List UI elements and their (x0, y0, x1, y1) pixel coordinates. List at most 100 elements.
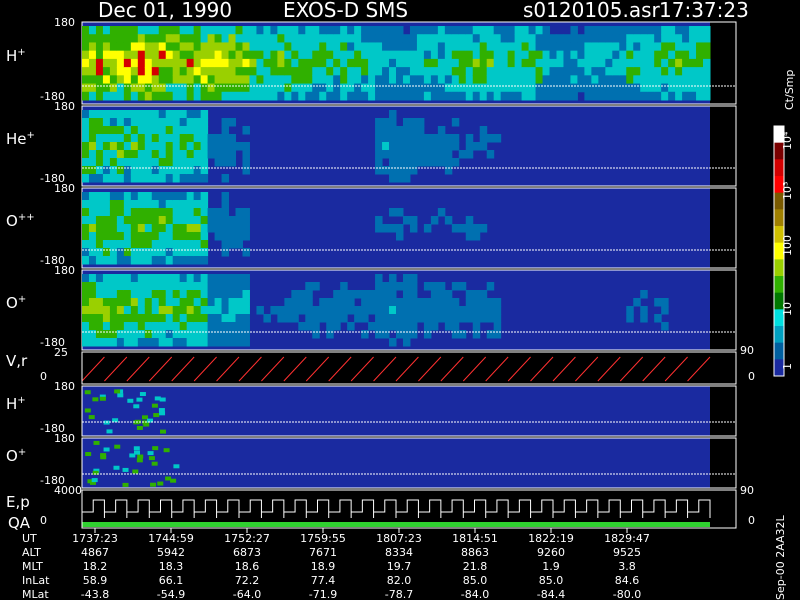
panel-0-cell (130, 50, 139, 60)
panel-2-cell (158, 256, 167, 265)
panel-0-cell (696, 42, 704, 52)
panel-0-cell (668, 42, 676, 52)
panel-0-cell (298, 67, 306, 76)
panel-1-cell (409, 166, 418, 175)
panel-0-cell (521, 50, 530, 60)
panel-4-right-top: 90 (740, 344, 754, 357)
panel-1-cell (102, 118, 111, 127)
panel-3-cell (493, 314, 502, 323)
panel-1-cell (382, 134, 390, 143)
panel-7-ymax: 4000 (54, 484, 82, 497)
panel-0-cell (382, 75, 390, 85)
panel-3-cell (626, 306, 634, 315)
panel-2-cell (88, 192, 97, 201)
panel-1-cell (165, 126, 174, 135)
panel-0-cell (137, 67, 146, 76)
panel-3-cell (382, 298, 390, 307)
panel-2-cell (214, 224, 223, 233)
panel-0-cell (528, 75, 537, 85)
panel-0-cell (277, 75, 285, 85)
panel-2-cell (88, 240, 97, 249)
panel-3-cell (402, 274, 411, 283)
panel-0-cell (493, 75, 502, 85)
vr-background (82, 352, 710, 384)
panel-2-cell (123, 248, 132, 257)
panel-0-cell (640, 34, 648, 43)
panel-0-cell (95, 75, 104, 85)
panel-0-cell (549, 91, 557, 101)
panel-0-cell (451, 50, 460, 60)
panel-3-cell (186, 330, 195, 339)
panel-2-cell (102, 208, 111, 217)
panel-3-cell (437, 282, 446, 291)
table-cell: 18.6 (234, 560, 260, 573)
panel-3-cell (221, 314, 230, 323)
panel-0-cell (465, 58, 474, 68)
panel-0-cell (326, 42, 334, 52)
panel-3-cell (102, 306, 111, 315)
panel-1-cell (451, 118, 460, 127)
table-cell: 1829:47 (604, 532, 650, 545)
panel-1-cell (137, 174, 146, 183)
panel-1-cell (179, 134, 188, 143)
panel-1-cell (396, 174, 404, 183)
sms-spectrogram-page: { "header": { "date": "Dec 01, 1990", "i… (0, 0, 800, 600)
panel-0-cell (340, 34, 348, 43)
panel-0-cell (82, 42, 90, 52)
panel-3-cell (368, 298, 376, 307)
table-cell: -54.9 (156, 588, 186, 600)
panel-2-cell (158, 216, 167, 225)
panel-3-cell (375, 330, 383, 339)
panel-3-cell (228, 298, 237, 307)
panel-0-cell (654, 75, 662, 85)
panel-2-cell (151, 248, 160, 257)
panel-3-cell (137, 322, 146, 331)
panel-1-cell (82, 134, 90, 143)
panel-3-cell (109, 282, 118, 291)
panel-1-cell (242, 166, 250, 175)
panel-1-cell (423, 134, 432, 143)
panel-0-cell (305, 42, 313, 52)
panel-0-cell (535, 34, 544, 43)
panel-3-cell (179, 306, 188, 315)
panel-1-cell (486, 134, 495, 143)
panel-3-cell (423, 314, 432, 323)
panel-7-right-bottom: 0 (748, 514, 755, 527)
panel-1-cell (242, 158, 250, 167)
panel-0-cell (647, 75, 655, 85)
panel-0-cell (402, 83, 411, 93)
panel-1-cell (88, 110, 97, 119)
panel-0-cell (326, 58, 334, 68)
panel-0-cell (402, 42, 411, 52)
panel-2-cell (102, 224, 111, 233)
panel-1-cell (165, 118, 174, 127)
panel-2-cell (423, 224, 432, 233)
panel-2-cell (186, 232, 195, 241)
panel-2-cell (151, 240, 160, 249)
panel-3-cell (368, 322, 376, 331)
panel-0-cell (396, 67, 404, 76)
panel-0-cell (368, 34, 376, 43)
panel-0-cell (130, 91, 139, 101)
panel-2-cell (235, 240, 243, 249)
panel-3-cell (214, 274, 223, 283)
panel-0-cell (444, 83, 453, 93)
panel-2-cell (472, 232, 481, 241)
panel-3-cell (102, 330, 111, 339)
panel-3-cell (144, 282, 153, 291)
panel-3-cell (479, 290, 488, 299)
panel-0-cell (130, 26, 139, 35)
panel-2-cell (235, 216, 243, 225)
panel-2-cell (137, 256, 146, 265)
panel-0-cell (598, 83, 606, 93)
panel-0-cell (661, 91, 669, 101)
panel-0-cell (165, 34, 174, 43)
panel-0-cell (444, 26, 453, 35)
panel-1-cell (179, 142, 188, 151)
panel-3-cell (319, 314, 327, 323)
colorbar-unit: Ct/Smp (783, 69, 796, 110)
panel-3-cell (172, 338, 181, 347)
panel-0-cell (256, 50, 264, 60)
panel-0-cell (430, 34, 439, 43)
panel-0-cell (235, 75, 243, 85)
